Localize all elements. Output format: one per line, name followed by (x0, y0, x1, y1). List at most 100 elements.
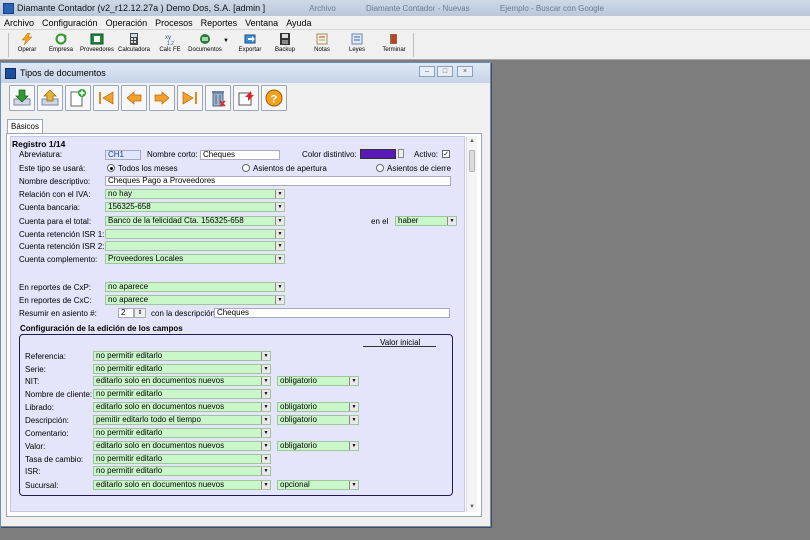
previous-record-button[interactable] (121, 85, 147, 111)
config-edit-select[interactable]: editarlo solo en documentos nuevos ▼ (93, 480, 271, 490)
close-button[interactable]: × (457, 66, 473, 77)
config-edit-select[interactable]: no permitir editarlo ▼ (93, 351, 271, 361)
menu-operacion[interactable]: Operación (102, 18, 152, 28)
last-record-button[interactable] (177, 85, 203, 111)
load-button[interactable] (37, 85, 63, 111)
config-valor-inicial-select[interactable]: obligatorio ▼ (277, 376, 359, 386)
debe-haber-select[interactable]: haber ▼ (395, 216, 457, 226)
resumir-field[interactable]: 2 (118, 308, 134, 318)
chevron-down-icon[interactable]: ▼ (261, 365, 270, 373)
chevron-down-icon[interactable]: ▼ (261, 455, 270, 463)
tab-basicos[interactable]: Básicos (7, 119, 43, 133)
cxc-select[interactable]: no aparece ▼ (105, 295, 285, 305)
chevron-down-icon[interactable]: ▼ (349, 481, 358, 489)
export-record-button[interactable] (233, 85, 259, 111)
chevron-down-icon[interactable]: ▼ (275, 242, 284, 250)
toolbar-button-empresa[interactable]: Empresa (48, 32, 74, 58)
chevron-down-icon[interactable]: ▼ (275, 283, 284, 291)
chevron-down-icon[interactable]: ▼ (349, 377, 358, 385)
chevron-down-icon[interactable]: ▼ (261, 467, 270, 475)
config-edit-select[interactable]: no permitir editarlo ▼ (93, 466, 271, 476)
toolbar-button-proveedores[interactable]: Proveedores (80, 32, 114, 58)
chevron-down-icon[interactable]: ▼ (349, 403, 358, 411)
config-valor-inicial-select[interactable]: opcional ▼ (277, 480, 359, 490)
chevron-down-icon[interactable]: ▼ (275, 203, 284, 211)
cxp-select[interactable]: no aparece ▼ (105, 282, 285, 292)
radio-todos-los-meses[interactable] (107, 164, 115, 172)
menu-archivo[interactable]: Archivo (0, 18, 38, 28)
chevron-down-icon[interactable]: ▼ (261, 390, 270, 398)
retencion-isr1-select[interactable]: ▼ (105, 229, 285, 239)
chevron-down-icon[interactable]: ▼ (275, 190, 284, 198)
scroll-up-icon[interactable]: ▲ (467, 136, 477, 146)
chevron-down-icon[interactable]: ▼ (349, 442, 358, 450)
chevron-down-icon[interactable]: ▼ (261, 481, 270, 489)
toolbar-button-exportar[interactable]: Exportar (236, 32, 264, 58)
config-edit-select[interactable]: no permitir editarlo ▼ (93, 389, 271, 399)
chevron-down-icon[interactable]: ▼ (261, 377, 270, 385)
resumir-stepper[interactable]: ⇕ (134, 308, 146, 318)
toolbar-button-operar[interactable]: Operar (16, 32, 38, 58)
cuenta-total-select[interactable]: Banco de la felicidad Cta. 156325-658 ▼ (105, 216, 285, 226)
toolbar-button-calc-fe[interactable]: xy 1.2 Calc FE (158, 32, 182, 58)
toolbar-button-notas[interactable]: Notas (310, 32, 334, 58)
config-edit-select[interactable]: pemitir editarlo todo el tiempo ▼ (93, 415, 271, 425)
radio-asientos-cierre[interactable] (376, 164, 384, 172)
config-edit-select[interactable]: editarlo solo en documentos nuevos ▼ (93, 376, 271, 386)
con-descripcion-field[interactable]: Cheques (214, 308, 450, 318)
toolbar-button-documentos[interactable]: Documentos ▼ (188, 32, 229, 58)
complemento-select[interactable]: Proveedores Locales ▼ (105, 254, 285, 264)
chevron-down-icon[interactable]: ▼ (275, 255, 284, 263)
menu-ventana[interactable]: Ventana (241, 18, 282, 28)
config-valor-inicial-select[interactable]: obligatorio ▼ (277, 402, 359, 412)
chevron-down-icon[interactable]: ▼ (275, 217, 284, 225)
color-picker-button[interactable] (398, 149, 404, 158)
config-valor-inicial-select[interactable]: obligatorio ▼ (277, 415, 359, 425)
nombre-corto-field[interactable]: Cheques (200, 150, 280, 160)
config-edit-select[interactable]: no permitir editarlo ▼ (93, 454, 271, 464)
window-title-bar[interactable]: Tipos de documentos (1, 63, 490, 83)
delete-record-button[interactable] (205, 85, 231, 111)
activo-checkbox[interactable]: ✓ (442, 150, 450, 158)
radio-asientos-apertura[interactable] (242, 164, 250, 172)
config-valor-inicial-select[interactable]: obligatorio ▼ (277, 441, 359, 451)
chevron-down-icon[interactable]: ▼ (261, 429, 270, 437)
minimize-button[interactable]: – (419, 66, 435, 77)
menu-configuracion[interactable]: Configuración (38, 18, 102, 28)
config-edit-select[interactable]: editarlo solo en documentos nuevos ▼ (93, 441, 271, 451)
cuenta-bancaria-select[interactable]: 156325-658 ▼ (105, 202, 285, 212)
chevron-down-icon[interactable]: ▼ (349, 416, 358, 424)
chevron-down-icon[interactable]: ▼ (275, 230, 284, 238)
chevron-down-icon[interactable]: ▼ (275, 296, 284, 304)
retencion-isr2-select[interactable]: ▼ (105, 241, 285, 251)
maximize-button[interactable]: □ (437, 66, 453, 77)
toolbar-button-terminar[interactable]: Terminar (380, 32, 408, 58)
next-record-button[interactable] (149, 85, 175, 111)
menu-reportes[interactable]: Reportes (197, 18, 242, 28)
toolbar-button-calculadora[interactable]: Calculadora (118, 32, 150, 58)
toolbar-button-backup[interactable]: Backup (272, 32, 298, 58)
first-record-button[interactable] (93, 85, 119, 111)
config-edit-select[interactable]: no permitir editarlo ▼ (93, 364, 271, 374)
abreviatura-field[interactable]: CH1 (105, 150, 141, 160)
help-button[interactable]: ? (261, 85, 287, 111)
toolbar-button-leyes[interactable]: Leyes (346, 32, 368, 58)
scroll-thumb[interactable] (469, 150, 475, 172)
chevron-down-icon[interactable]: ▼ (261, 442, 270, 450)
menu-procesos[interactable]: Procesos (151, 18, 197, 28)
chevron-down-icon[interactable]: ▼ (261, 403, 270, 411)
config-edit-select[interactable]: editarlo solo en documentos nuevos ▼ (93, 402, 271, 412)
scroll-down-icon[interactable]: ▼ (467, 502, 477, 512)
new-record-button[interactable] (65, 85, 91, 111)
relacion-iva-select[interactable]: no hay ▼ (105, 189, 285, 199)
chevron-down-icon[interactable]: ▼ (261, 352, 270, 360)
chevron-down-icon[interactable]: ▼ (261, 416, 270, 424)
chevron-down-icon[interactable]: ▼ (447, 217, 456, 225)
save-button[interactable] (9, 85, 35, 111)
config-edit-select[interactable]: no permitir editarlo ▼ (93, 428, 271, 438)
chevron-down-icon[interactable]: ▼ (223, 38, 229, 44)
vertical-scrollbar[interactable]: ▲ ▼ (466, 136, 477, 512)
menu-ayuda[interactable]: Ayuda (282, 18, 315, 28)
nombre-descriptivo-field[interactable]: Cheques Pago a Proveedores (105, 176, 451, 186)
color-swatch[interactable] (360, 149, 396, 159)
